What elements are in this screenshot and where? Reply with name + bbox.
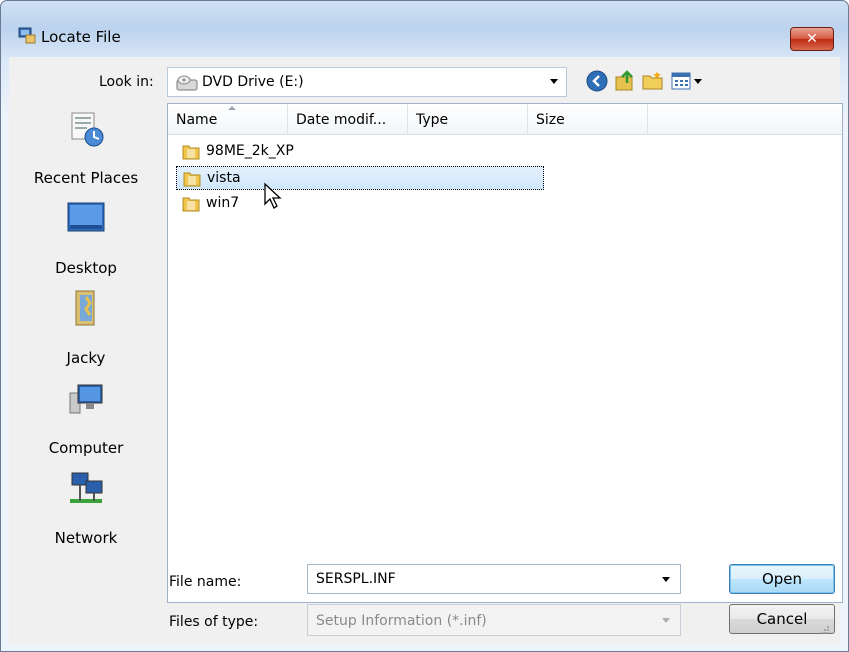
look-in-label: Look in: [99, 74, 154, 90]
resize-grip-icon[interactable] [820, 625, 830, 635]
chevron-down-icon[interactable] [550, 79, 558, 84]
place-label: Recent Places [33, 169, 139, 187]
place-network[interactable]: Network [13, 469, 159, 549]
column-date-modified[interactable]: Date modif... [288, 104, 408, 134]
app-icon [18, 27, 36, 44]
chevron-down-icon [694, 79, 702, 84]
mouse-cursor-icon [264, 182, 282, 209]
place-label: Network [54, 529, 118, 547]
place-label: Jacky [66, 349, 106, 367]
file-name: win7 [206, 195, 240, 211]
desktop-icon [67, 202, 105, 232]
column-type[interactable]: Type [408, 104, 528, 134]
up-folder-icon[interactable] [613, 69, 637, 93]
places-bar: Recent Places Desktop Jacky Computer Net… [13, 103, 159, 603]
file-row-98me-2k-xp[interactable]: 98ME_2k_XP [176, 140, 536, 164]
dialog-body: Look in: DVD Drive (E:) Recent Places De… [9, 57, 843, 645]
window-title: Locate File [41, 28, 121, 46]
column-type-label: Type [416, 112, 449, 128]
sort-ascending-icon [228, 106, 236, 110]
views-menu-button[interactable] [671, 69, 709, 93]
title-bar[interactable]: Locate File ✕ [1, 1, 848, 51]
file-name: 98ME_2k_XP [206, 143, 294, 159]
locate-file-dialog: Locate File ✕ Look in: DVD Drive (E:) Re… [0, 0, 849, 652]
place-label: Desktop [55, 259, 117, 277]
network-icon [70, 472, 103, 503]
open-button[interactable]: Open [729, 564, 835, 594]
look-in-dropdown[interactable]: DVD Drive (E:) [167, 67, 567, 97]
file-name-input[interactable]: SERSPL.INF [307, 564, 681, 594]
recent-places-icon [71, 112, 104, 147]
folder-icon [182, 145, 200, 160]
file-name: vista [207, 170, 241, 186]
column-name-label: Name [176, 112, 218, 128]
place-computer[interactable]: Computer [13, 379, 159, 459]
new-folder-icon[interactable] [641, 69, 665, 93]
column-date-label: Date modif... [296, 112, 387, 128]
chevron-down-icon[interactable] [662, 618, 670, 623]
look-in-value: DVD Drive (E:) [202, 74, 304, 90]
dvd-drive-icon [176, 75, 198, 91]
file-name-value: SERSPL.INF [316, 571, 396, 587]
file-row-vista[interactable]: vista [176, 166, 544, 190]
computer-icon [69, 384, 103, 414]
column-name[interactable]: Name [168, 104, 288, 134]
column-size[interactable]: Size [528, 104, 648, 134]
column-header-row: Name Date modif... Type Size [168, 104, 842, 135]
file-list[interactable]: Name Date modif... Type Size 98ME_2k_XP … [167, 103, 843, 603]
views-menu-icon [671, 72, 691, 90]
user-folder-icon [75, 290, 95, 326]
place-label: Computer [48, 439, 124, 457]
file-type-value: Setup Information (*.inf) [316, 613, 487, 629]
column-size-label: Size [536, 112, 565, 128]
folder-icon [183, 172, 201, 187]
file-name-label: File name: [169, 574, 242, 590]
place-desktop[interactable]: Desktop [13, 199, 159, 279]
file-row-win7[interactable]: win7 [176, 192, 536, 216]
place-recent-places[interactable]: Recent Places [13, 109, 159, 189]
close-button[interactable]: ✕ [790, 27, 834, 51]
file-type-label: Files of type: [169, 614, 259, 630]
chevron-down-icon[interactable] [662, 577, 670, 582]
file-type-select[interactable]: Setup Information (*.inf) [307, 604, 681, 636]
close-icon: ✕ [806, 31, 818, 47]
folder-icon [182, 197, 200, 212]
back-icon[interactable] [585, 69, 609, 93]
place-jacky[interactable]: Jacky [13, 289, 159, 369]
